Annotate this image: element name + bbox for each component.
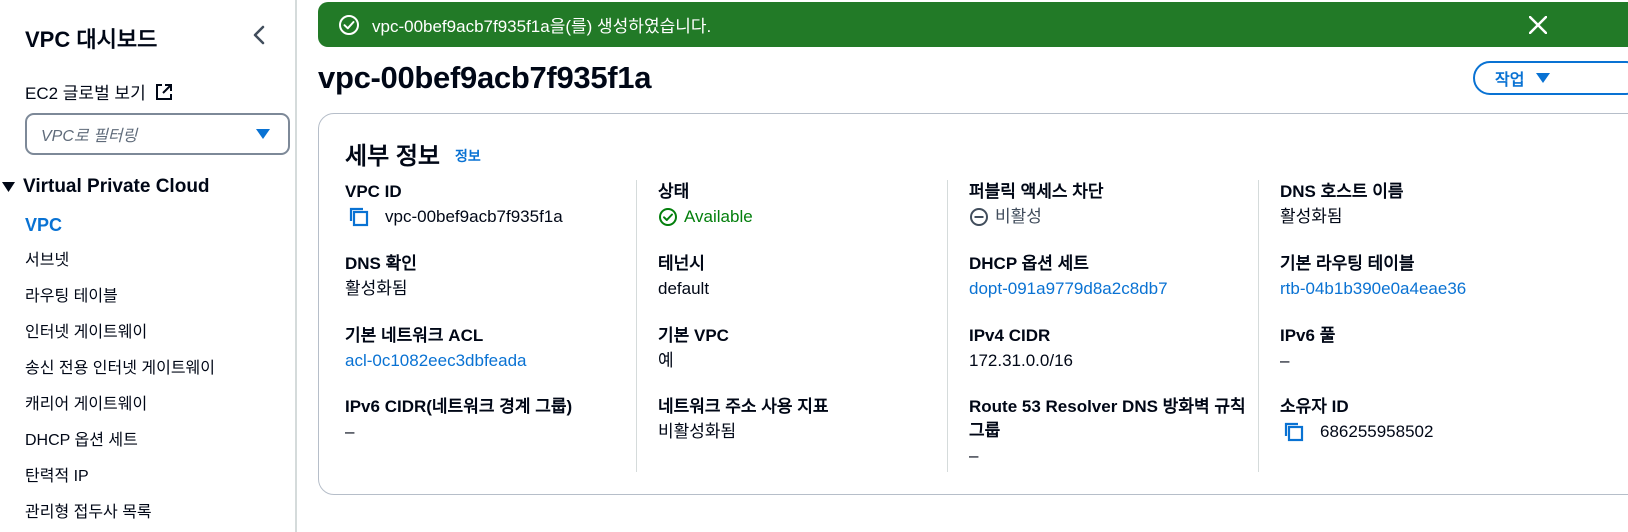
page-title: vpc-00bef9acb7f935f1a: [318, 60, 652, 95]
info-link[interactable]: 정보: [455, 146, 481, 166]
details-column-2: 상태 Available 테넌시 default 기본 VPC 예 네트워크 주…: [636, 180, 947, 472]
field-dhcp-options: DHCP 옵션 세트 dopt-091a9779d8a2c8db7: [969, 252, 1249, 302]
copy-icon[interactable]: [345, 206, 373, 228]
field-value: 686255958502: [1280, 419, 1560, 445]
sidebar-item-egress-only-igw[interactable]: 송신 전용 인터넷 게이트웨이: [25, 356, 215, 392]
vpc-id-value: vpc-00bef9acb7f935f1a: [385, 207, 563, 226]
chevron-left-icon: [253, 25, 265, 45]
ec2-global-view-link[interactable]: EC2 글로벌 보기: [25, 79, 174, 104]
field-label: 상태: [658, 182, 690, 201]
details-column-1: VPC ID vpc-00bef9acb7f935f1a DNS 확인 활성화됨…: [345, 180, 635, 472]
vpc-filter-select[interactable]: VPC로 필터링: [25, 113, 290, 155]
caret-down-icon: [2, 182, 15, 192]
vpc-filter-placeholder: VPC로 필터링: [41, 128, 138, 145]
field-value: vpc-00bef9acb7f935f1a: [345, 204, 625, 230]
field-dns-resolution: DNS 확인 활성화됨: [345, 252, 625, 302]
field-value: default: [658, 279, 710, 298]
owner-id-value: 686255958502: [1320, 422, 1434, 441]
field-vpc-id: VPC ID vpc-00bef9acb7f935f1a: [345, 180, 625, 230]
close-icon: [1529, 16, 1547, 34]
field-value: 172.31.0.0/16: [969, 351, 1073, 370]
caret-down-icon: [256, 129, 270, 139]
actions-label: 작업: [1495, 72, 1525, 89]
field-label: VPC ID: [345, 182, 402, 201]
details-container: 세부 정보 정보 VPC ID vpc-00bef9acb7f935f1a DN…: [318, 113, 1628, 495]
success-check-icon: [338, 14, 360, 36]
field-value: 활성화됨: [345, 279, 408, 298]
sidebar-section-vpc[interactable]: Virtual Private Cloud: [2, 176, 210, 198]
success-flash-banner: vpc-00bef9acb7f935f1a을(를) 생성하였습니다.: [318, 2, 1628, 47]
dismiss-flash-button[interactable]: [1526, 13, 1550, 37]
field-label: DHCP 옵션 세트: [969, 254, 1089, 273]
field-state: 상태 Available: [658, 180, 938, 230]
field-block-public-access: 퍼블릭 액세스 차단 비활성: [969, 180, 1249, 230]
sidebar-item-internet-gateways[interactable]: 인터넷 게이트웨이: [25, 320, 215, 356]
field-main-route-table: 기본 라우팅 테이블 rtb-04b1b390e0a4eae36: [1280, 252, 1560, 302]
sidebar-item-carrier-gateways[interactable]: 캐리어 게이트웨이: [25, 392, 215, 428]
field-label: 소유자 ID: [1280, 397, 1349, 416]
field-label: Route 53 Resolver DNS 방화벽 규칙 그룹: [969, 397, 1246, 440]
ec2-global-view-label: EC2 글로벌 보기: [25, 84, 146, 103]
copy-icon[interactable]: [1280, 421, 1308, 443]
sidebar-title: VPC 대시보드: [25, 27, 158, 52]
dhcp-options-link[interactable]: dopt-091a9779d8a2c8db7: [969, 276, 1249, 302]
stopped-status-icon: [970, 208, 988, 226]
sidebar-item-dhcp-options[interactable]: DHCP 옵션 세트: [25, 428, 215, 464]
field-label: 네트워크 주소 사용 지표: [658, 397, 829, 416]
field-owner-id: 소유자 ID 686255958502: [1280, 395, 1560, 445]
field-label: 기본 VPC: [658, 326, 729, 345]
field-value: 예: [658, 351, 674, 370]
field-value: –: [345, 422, 355, 441]
field-label: IPv4 CIDR: [969, 326, 1051, 345]
collapse-sidebar-button[interactable]: [246, 22, 272, 48]
field-label: 테넌시: [658, 254, 705, 273]
field-ipv4-cidr: IPv4 CIDR 172.31.0.0/16: [969, 324, 1249, 374]
field-label: DNS 확인: [345, 254, 417, 273]
flash-message: vpc-00bef9acb7f935f1a을(를) 생성하였습니다.: [372, 17, 712, 36]
field-value: 비활성화됨: [658, 422, 737, 441]
sidebar-item-elastic-ips[interactable]: 탄력적 IP: [25, 464, 215, 500]
sidebar-item-route-tables[interactable]: 라우팅 테이블: [25, 284, 215, 320]
external-link-icon: [154, 82, 174, 102]
details-title: 세부 정보: [345, 143, 440, 170]
field-label: IPv6 풀: [1280, 326, 1336, 345]
sidebar-item-vpc[interactable]: VPC: [25, 212, 215, 248]
field-value: –: [1280, 351, 1290, 370]
details-column-4: DNS 호스트 이름 활성화됨 기본 라우팅 테이블 rtb-04b1b390e…: [1258, 180, 1569, 472]
status-indicator: Available: [658, 204, 938, 230]
field-ipv6-cidr: IPv6 CIDR(네트워크 경계 그룹) –: [345, 395, 625, 445]
route-table-link[interactable]: rtb-04b1b390e0a4eae36: [1280, 276, 1560, 302]
field-network-address-metrics: 네트워크 주소 사용 지표 비활성화됨: [658, 395, 938, 445]
status-indicator: 비활성: [969, 204, 1249, 230]
sidebar-nav: VPC 서브넷 라우팅 테이블 인터넷 게이트웨이 송신 전용 인터넷 게이트웨…: [25, 212, 215, 532]
actions-dropdown-button[interactable]: 작업: [1473, 61, 1628, 95]
field-main-network-acl: 기본 네트워크 ACL acl-0c1082eec3dbfeada: [345, 324, 625, 374]
details-column-3: 퍼블릭 액세스 차단 비활성 DHCP 옵션 세트 dopt-091a9779d…: [947, 180, 1258, 472]
field-ipv6-pool: IPv6 풀 –: [1280, 324, 1560, 374]
block-public-access-value: 비활성: [995, 207, 1042, 226]
field-label: DNS 호스트 이름: [1280, 182, 1404, 201]
field-label: IPv6 CIDR(네트워크 경계 그룹): [345, 397, 573, 416]
caret-down-icon: [1536, 73, 1551, 83]
field-route53-firewall: Route 53 Resolver DNS 방화벽 규칙 그룹 –: [969, 395, 1249, 469]
network-acl-link[interactable]: acl-0c1082eec3dbfeada: [345, 348, 625, 374]
field-label: 퍼블릭 액세스 차단: [969, 182, 1104, 201]
field-value: 활성화됨: [1280, 207, 1343, 226]
field-default-vpc: 기본 VPC 예: [658, 324, 938, 374]
sidebar-section-label: Virtual Private Cloud: [23, 176, 210, 197]
field-label: 기본 네트워크 ACL: [345, 326, 484, 345]
state-value: Available: [684, 207, 753, 226]
sidebar: VPC 대시보드 EC2 글로벌 보기 VPC로 필터링 Virtual Pri…: [0, 0, 297, 532]
field-label: 기본 라우팅 테이블: [1280, 254, 1415, 273]
sidebar-item-subnets[interactable]: 서브넷: [25, 248, 215, 284]
field-tenancy: 테넌시 default: [658, 252, 938, 302]
sidebar-item-prefix-lists[interactable]: 관리형 접두사 목록: [25, 500, 215, 532]
field-dns-hostnames: DNS 호스트 이름 활성화됨: [1280, 180, 1560, 230]
field-value: –: [969, 446, 979, 465]
success-check-icon: [659, 208, 677, 226]
